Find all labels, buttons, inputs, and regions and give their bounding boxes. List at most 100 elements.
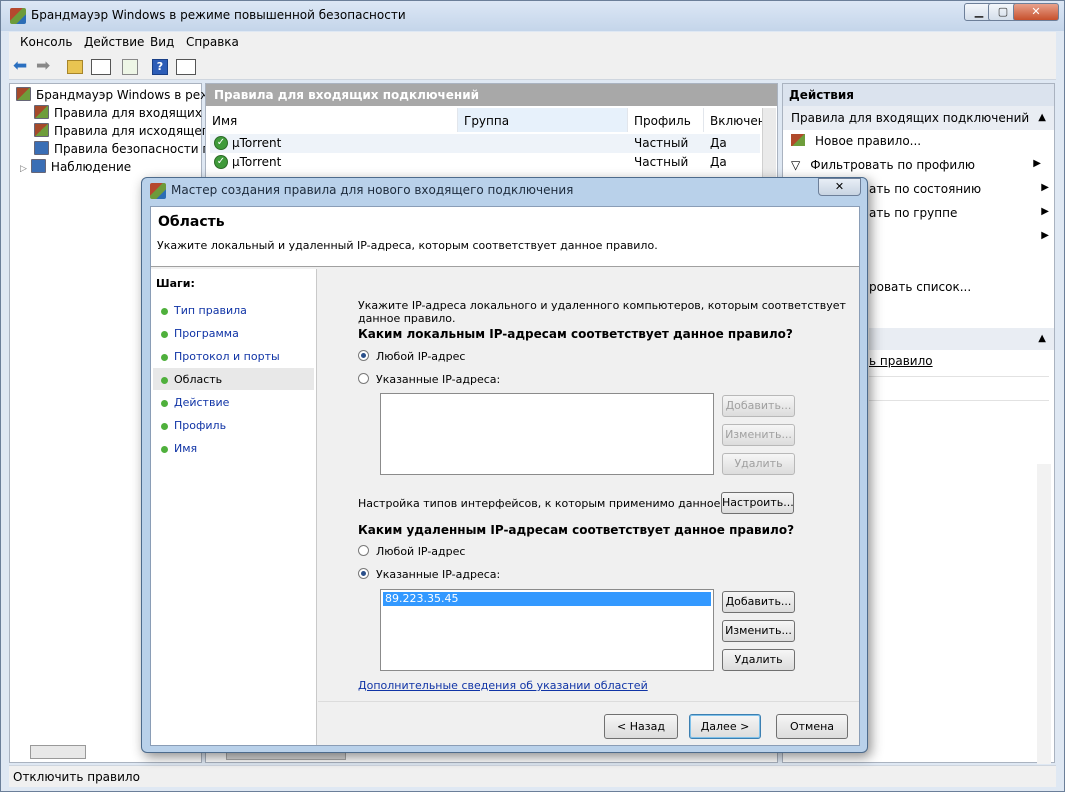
enabled-check-icon: ✓: [214, 136, 228, 150]
column-name[interactable]: Имя: [206, 108, 458, 132]
local-ip-list[interactable]: [380, 393, 714, 475]
actions-subheader[interactable]: Правила для входящих подключений ▲: [783, 106, 1054, 130]
horizontal-scrollbar[interactable]: [30, 745, 86, 759]
selected-item-subheader[interactable]: ▲: [869, 328, 1054, 350]
cancel-button[interactable]: Отмена: [776, 714, 848, 739]
collapse-icon[interactable]: ▲: [1038, 333, 1046, 344]
step-action[interactable]: Действие: [153, 391, 314, 413]
step-name[interactable]: Имя: [153, 437, 314, 459]
up-folder-icon[interactable]: [67, 60, 83, 74]
step-label: Область: [174, 373, 223, 386]
step-label: Профиль: [174, 419, 227, 432]
menu-help[interactable]: Справка: [186, 35, 239, 49]
back-arrow-icon[interactable]: ⬅: [13, 57, 33, 77]
remote-ip-list[interactable]: 89.223.35.45: [380, 589, 714, 671]
tree-item-label: Правила для входящих по,: [54, 106, 225, 120]
firewall-app-icon: [150, 183, 166, 199]
step-rule-type[interactable]: Тип правила: [153, 299, 314, 321]
tree-item-label: Брандмауэр Windows в режим: [36, 88, 228, 102]
step-label: Протокол и порты: [174, 350, 280, 363]
action-filter-group[interactable]: ать по группе ▶: [869, 206, 1049, 226]
local-any-ip-radio[interactable]: Любой IP-адрес: [358, 350, 465, 363]
menu-bar: Консоль Действие Вид Справка: [9, 32, 1056, 54]
step-status-icon: [161, 331, 168, 338]
action-export-list[interactable]: ровать список...: [869, 280, 971, 300]
step-profile[interactable]: Профиль: [153, 414, 314, 436]
dialog-title: Мастер создания правила для нового входя…: [171, 183, 574, 197]
local-edit-button[interactable]: Изменить...: [722, 424, 795, 446]
column-enabled[interactable]: Включен: [704, 108, 766, 132]
table-row[interactable]: ✓ µTorrent Частный Да: [210, 134, 760, 153]
new-rule-icon: [791, 134, 805, 146]
toolbar: ⬅ ➡ ?: [9, 54, 1056, 80]
tree-item-label: Правила для исходящего п: [54, 124, 228, 138]
step-status-icon: [161, 400, 168, 407]
radio-unselected-icon[interactable]: [358, 373, 369, 384]
export-list-icon[interactable]: [122, 59, 138, 75]
local-add-button[interactable]: Добавить...: [722, 395, 795, 417]
forward-arrow-icon[interactable]: ➡: [36, 57, 56, 77]
radio-label: Указанные IP-адреса:: [376, 373, 501, 386]
remote-ip-question: Каким удаленным IP-адресам соответствует…: [358, 523, 795, 537]
list-item[interactable]: 89.223.35.45: [383, 592, 711, 606]
actions-header: Действия: [783, 84, 1054, 106]
steps-header: Шаги:: [156, 277, 195, 290]
local-specific-ip-radio[interactable]: Указанные IP-адреса:: [358, 373, 500, 386]
connection-security-icon: [34, 141, 49, 155]
action-pane-icon[interactable]: [176, 59, 196, 75]
action-label: Новое правило...: [815, 134, 922, 148]
step-status-icon: [161, 446, 168, 453]
menu-action[interactable]: Действие: [84, 35, 144, 49]
action-filter-state[interactable]: ать по состоянию ▶: [869, 182, 1049, 202]
learn-more-link[interactable]: Дополнительные сведения об указании обла…: [358, 679, 648, 692]
step-label: Действие: [174, 396, 230, 409]
remote-edit-button[interactable]: Изменить...: [722, 620, 795, 642]
page-title: Область: [158, 214, 225, 230]
tree-item-monitoring[interactable]: ▷ Наблюдение: [20, 159, 131, 177]
action-view[interactable]: ▶: [869, 230, 1049, 250]
status-bar: Отключить правило: [9, 765, 1056, 787]
row-enabled: Да: [710, 155, 727, 169]
tree-item-connection-security[interactable]: Правила безопасности по,: [34, 141, 221, 159]
tree-item-outbound-rules[interactable]: Правила для исходящего п: [34, 123, 227, 141]
expand-arrow-icon[interactable]: ▷: [20, 164, 27, 174]
table-row[interactable]: ✓ µTorrent Частный Да: [210, 153, 760, 172]
radio-selected-icon[interactable]: [358, 568, 369, 579]
radio-selected-icon[interactable]: [358, 350, 369, 361]
remote-any-ip-radio[interactable]: Любой IP-адрес: [358, 545, 465, 558]
dialog-close-button[interactable]: ✕: [818, 178, 861, 196]
radio-unselected-icon[interactable]: [358, 545, 369, 556]
step-protocol-ports[interactable]: Протокол и порты: [153, 345, 314, 367]
action-disable-rule[interactable]: ь правило: [869, 354, 933, 374]
configure-interfaces-button[interactable]: Настроить...: [721, 492, 794, 514]
tree-item-label: Правила безопасности по,: [54, 142, 222, 156]
back-button[interactable]: < Назад: [604, 714, 678, 739]
step-scope[interactable]: Область: [153, 368, 314, 390]
step-status-icon: [161, 354, 168, 361]
next-button[interactable]: Далее >: [689, 714, 761, 739]
vertical-scrollbar[interactable]: [1037, 464, 1051, 764]
menu-view[interactable]: Вид: [150, 35, 174, 49]
tree-item-inbound-rules[interactable]: Правила для входящих по,: [34, 105, 225, 123]
divider: [869, 376, 1049, 377]
show-hide-tree-icon[interactable]: [91, 59, 111, 75]
column-profile[interactable]: Профиль: [628, 108, 704, 132]
action-new-rule[interactable]: Новое правило...: [791, 134, 1049, 154]
close-button[interactable]: ✕: [1013, 3, 1059, 21]
column-group[interactable]: Группа: [458, 108, 628, 132]
local-delete-button[interactable]: Удалить: [722, 453, 795, 475]
help-icon[interactable]: ?: [152, 59, 168, 75]
collapse-icon[interactable]: ▲: [1038, 112, 1046, 123]
remote-delete-button[interactable]: Удалить: [722, 649, 795, 671]
scope-page-content: Укажите IP-адреса локального и удаленног…: [318, 269, 859, 745]
radio-label: Любой IP-адрес: [376, 350, 466, 363]
menu-console[interactable]: Консоль: [20, 35, 72, 49]
remote-add-button[interactable]: Добавить...: [722, 591, 795, 613]
action-label: ь правило: [869, 354, 933, 368]
step-program[interactable]: Программа: [153, 322, 314, 344]
remote-specific-ip-radio[interactable]: Указанные IP-адреса:: [358, 568, 500, 581]
tree-item-root[interactable]: Брандмауэр Windows в режим: [16, 87, 228, 105]
radio-label: Указанные IP-адреса:: [376, 568, 501, 581]
action-filter-profile[interactable]: ▽ Фильтровать по профилю ▶: [791, 158, 1049, 178]
submenu-arrow-icon: ▶: [1033, 158, 1041, 169]
